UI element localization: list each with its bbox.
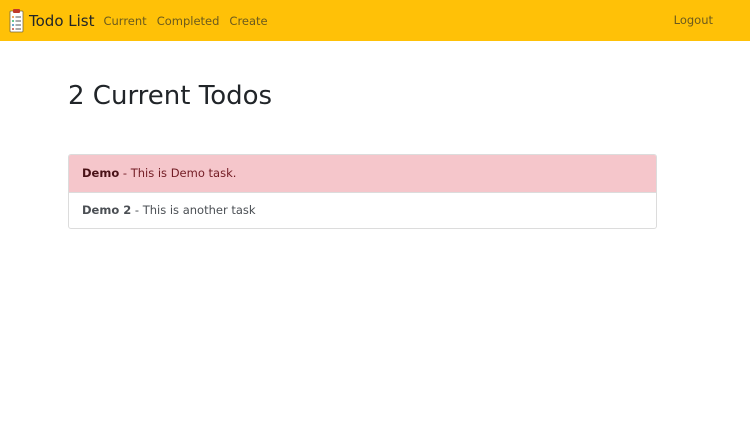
todo-description: This is another task <box>142 203 256 218</box>
brand-name: Todo List <box>29 11 95 30</box>
todo-name: Demo <box>82 166 120 181</box>
todo-item[interactable]: Demo 2 - This is another task <box>69 191 656 229</box>
todo-description: This is Demo task. <box>130 166 237 181</box>
brand-link[interactable]: Todo List <box>8 8 94 34</box>
checklist-icon <box>9 8 24 32</box>
nav-links: Current Completed Create <box>103 13 277 29</box>
todo-item[interactable]: Demo - This is Demo task. <box>69 155 656 192</box>
nav-link-completed[interactable]: Completed <box>157 13 220 29</box>
nav-link-create[interactable]: Create <box>229 13 267 29</box>
todo-list: Demo - This is Demo task. Demo 2 - This … <box>68 154 657 229</box>
logout-link[interactable]: Logout <box>674 12 713 28</box>
page-title: 2 Current Todos <box>68 81 273 111</box>
todo-separator: - <box>119 166 131 181</box>
todo-separator: - <box>131 203 143 218</box>
navbar: Todo List Current Completed Create Logou… <box>0 0 750 41</box>
todo-name: Demo 2 <box>82 203 132 218</box>
nav-link-current[interactable]: Current <box>103 13 146 29</box>
